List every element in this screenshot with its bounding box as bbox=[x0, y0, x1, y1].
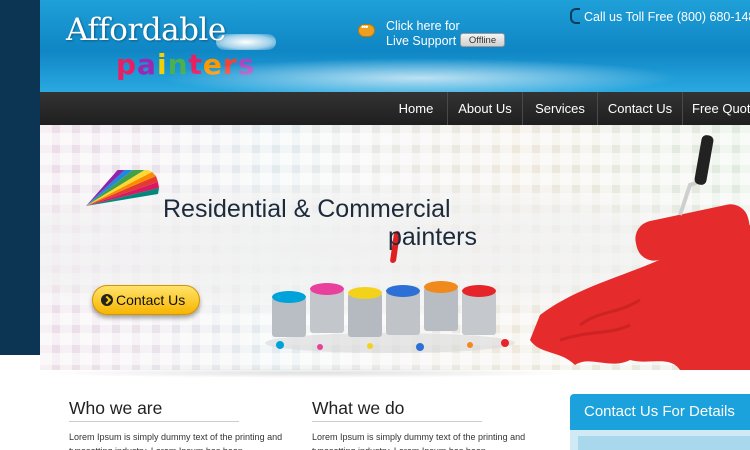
banner-contact-button[interactable]: Contact Us bbox=[92, 285, 200, 315]
section-text: Lorem Ipsum is simply dummy text of the … bbox=[69, 432, 283, 450]
section-text: Lorem Ipsum is simply dummy text of the … bbox=[312, 432, 526, 450]
toll-free-phone: Call us Toll Free (800) 680-1484 bbox=[570, 8, 750, 24]
logo-letter: t bbox=[188, 48, 203, 81]
hero-banner: Residential & Commercial painters Contac… bbox=[40, 125, 750, 370]
logo-letter: e bbox=[202, 48, 223, 81]
phone-icon bbox=[570, 8, 580, 24]
main-navigation: Home About Us Services Contact Us Free Q… bbox=[40, 92, 750, 125]
section-what-we-do: What we do Lorem Ipsum is simply dummy t… bbox=[312, 398, 542, 450]
logo-letter: n bbox=[167, 48, 189, 81]
nav-about-us[interactable]: About Us bbox=[447, 92, 522, 125]
section-title: What we do bbox=[312, 398, 482, 422]
banner-shadow bbox=[40, 368, 580, 378]
logo-text-painters: painters bbox=[116, 48, 255, 81]
section-title: Who we are bbox=[69, 398, 239, 422]
left-dark-bar bbox=[0, 0, 40, 355]
phone-text: Call us Toll Free (800) 680-1484 bbox=[584, 10, 750, 24]
site-logo[interactable]: Affordable painters bbox=[66, 12, 276, 82]
banner-headline-line1: Residential & Commercial bbox=[163, 195, 451, 223]
logo-letter: r bbox=[222, 48, 238, 81]
nav-contact-us[interactable]: Contact Us bbox=[597, 92, 682, 125]
paint-roller-illustration bbox=[530, 135, 750, 370]
paint-cans-illustration bbox=[265, 281, 515, 353]
logo-letter: a bbox=[137, 48, 157, 81]
support-status-badge: Offline bbox=[460, 33, 505, 47]
chat-bubble-icon bbox=[358, 22, 375, 37]
nav-home[interactable]: Home bbox=[385, 92, 447, 125]
nav-services[interactable]: Services bbox=[522, 92, 597, 125]
contact-details-panel bbox=[570, 430, 750, 450]
live-support-link[interactable]: Click here for Live Support Offline bbox=[358, 18, 528, 50]
nav-free-quote[interactable]: Free Quote bbox=[682, 92, 750, 125]
logo-letter: i bbox=[156, 48, 168, 81]
banner-headline-line2: painters bbox=[388, 223, 477, 251]
chevron-right-icon bbox=[101, 294, 113, 306]
section-who-we-are: Who we are Lorem Ipsum is simply dummy t… bbox=[69, 398, 299, 450]
logo-text-affordable: Affordable bbox=[66, 12, 226, 48]
support-text-line1: Click here for bbox=[386, 19, 460, 33]
color-swatch-fan-icon bbox=[86, 170, 159, 206]
site-header: Affordable painters Click here for Live … bbox=[40, 0, 750, 92]
logo-letter: s bbox=[237, 48, 256, 81]
contact-details-heading[interactable]: Contact Us For Details bbox=[570, 394, 750, 430]
banner-contact-button-label: Contact Us bbox=[116, 292, 186, 308]
support-text-line2: Live Support bbox=[386, 34, 457, 48]
logo-letter: p bbox=[116, 48, 138, 81]
